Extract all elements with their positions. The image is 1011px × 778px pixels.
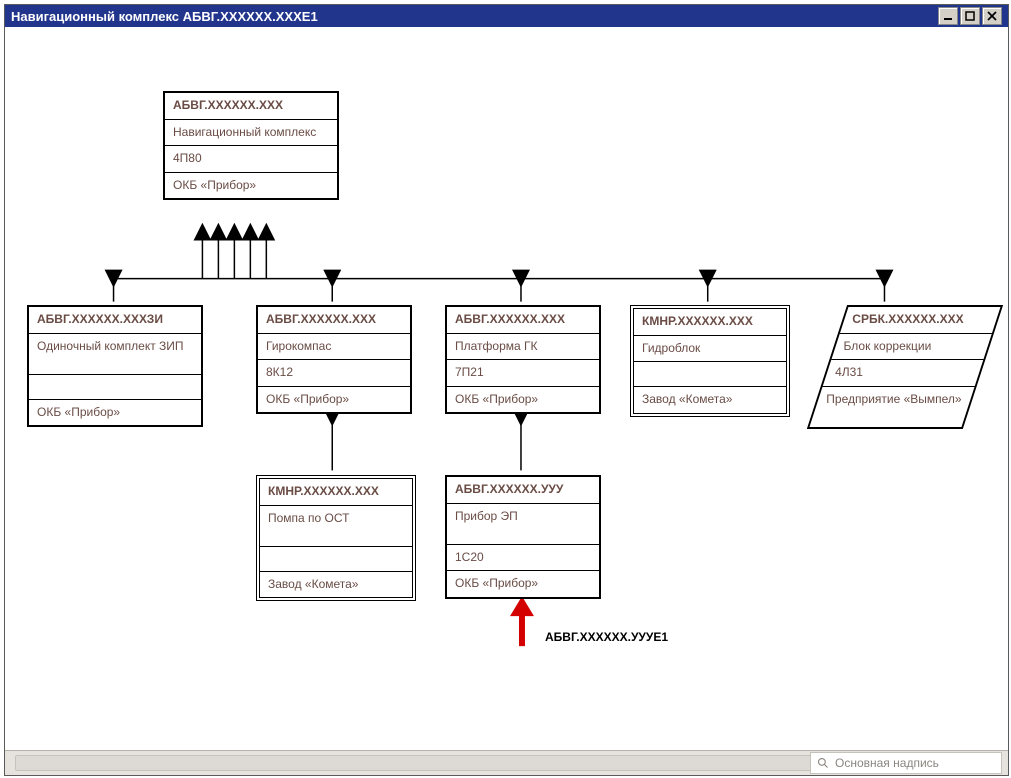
node-name: Платформа ГК: [447, 334, 599, 361]
node-index: [29, 375, 201, 400]
node-root[interactable]: АБВГ.ХХХХХХ.ХХХ Навигационный комплекс 4…: [163, 91, 339, 200]
node-org: ОКБ «Прибор»: [258, 387, 410, 413]
node-index: 8К12: [258, 360, 410, 387]
red-arrow-label: АБВГ.ХХХХХХ.УУУЕ1: [545, 630, 668, 644]
close-button[interactable]: [982, 7, 1002, 25]
node-name: Одиночный комплект ЗИП: [29, 334, 201, 375]
node-name: Блок коррекции: [844, 339, 932, 355]
node-index: 4П80: [165, 146, 337, 173]
node-ep[interactable]: АБВГ.ХХХХХХ.УУУ Прибор ЭП 1С20 ОКБ «Приб…: [445, 475, 601, 599]
minimize-icon: [943, 11, 953, 21]
node-name: Навигационный комплекс: [165, 120, 337, 147]
status-track: [15, 755, 814, 771]
node-name: Помпа по ОСТ: [260, 506, 412, 547]
node-zip[interactable]: АБВГ.ХХХХХХ.ХХХЗИ Одиночный комплект ЗИП…: [27, 305, 203, 427]
maximize-icon: [965, 11, 975, 21]
minimize-button[interactable]: [938, 7, 958, 25]
search-input[interactable]: Основная надпись: [810, 752, 1002, 774]
node-code: КМНР.ХХХХХХ.ХХХ: [260, 479, 412, 506]
node-code: СРБК.ХХХХХХ.ХХХ: [852, 312, 963, 328]
node-org: Завод «Комета»: [260, 572, 412, 598]
node-name: Прибор ЭП: [447, 504, 599, 545]
node-name: Гидроблок: [634, 336, 786, 363]
titlebar: Навигационный комплекс АБВГ.ХХХХХХ.ХХХЕ1: [5, 5, 1008, 27]
node-org: ОКБ «Прибор»: [447, 387, 599, 413]
node-index: [260, 547, 412, 572]
node-code: АБВГ.ХХХХХХ.ХХХ: [447, 307, 599, 334]
maximize-button[interactable]: [960, 7, 980, 25]
node-index: 1С20: [447, 545, 599, 572]
node-code: КМНР.ХХХХХХ.ХХХ: [634, 309, 786, 336]
node-org: ОКБ «Прибор»: [447, 571, 599, 597]
search-placeholder: Основная надпись: [835, 756, 939, 770]
diagram-canvas[interactable]: АБВГ.ХХХХХХ.ХХХ Навигационный комплекс 4…: [5, 27, 1008, 750]
node-name: Гирокомпас: [258, 334, 410, 361]
search-icon: [817, 757, 829, 769]
close-icon: [987, 11, 997, 21]
node-code: АБВГ.ХХХХХХ.ХХХЗИ: [29, 307, 201, 334]
window-buttons: [938, 7, 1002, 25]
statusbar: Основная надпись: [5, 750, 1008, 775]
node-org: ОКБ «Прибор»: [29, 400, 201, 426]
node-index: 7П21: [447, 360, 599, 387]
node-code: АБВГ.ХХХХХХ.ХХХ: [165, 93, 337, 120]
node-index: [634, 362, 786, 387]
node-code: АБВГ.ХХХХХХ.УУУ: [447, 477, 599, 504]
node-hydro[interactable]: КМНР.ХХХХХХ.ХХХ Гидроблок Завод «Комета»: [630, 305, 790, 417]
node-org: Предприятие «Вымпел»: [826, 392, 961, 408]
node-index: 4Л31: [835, 365, 863, 381]
node-org: Завод «Комета»: [634, 387, 786, 413]
node-pump[interactable]: КМНР.ХХХХХХ.ХХХ Помпа по ОСТ Завод «Коме…: [256, 475, 416, 601]
node-code: АБВГ.ХХХХХХ.ХХХ: [258, 307, 410, 334]
app-window: Навигационный комплекс АБВГ.ХХХХХХ.ХХХЕ1: [4, 4, 1009, 776]
node-org: ОКБ «Прибор»: [165, 173, 337, 199]
node-corr[interactable]: СРБК.ХХХХХХ.ХХХ Блок коррекции 4Л31 Пред…: [827, 305, 983, 429]
node-platform[interactable]: АБВГ.ХХХХХХ.ХХХ Платформа ГК 7П21 ОКБ «П…: [445, 305, 601, 414]
window-title: Навигационный комплекс АБВГ.ХХХХХХ.ХХХЕ1: [11, 9, 938, 24]
node-gyro[interactable]: АБВГ.ХХХХХХ.ХХХ Гирокомпас 8К12 ОКБ «При…: [256, 305, 412, 414]
